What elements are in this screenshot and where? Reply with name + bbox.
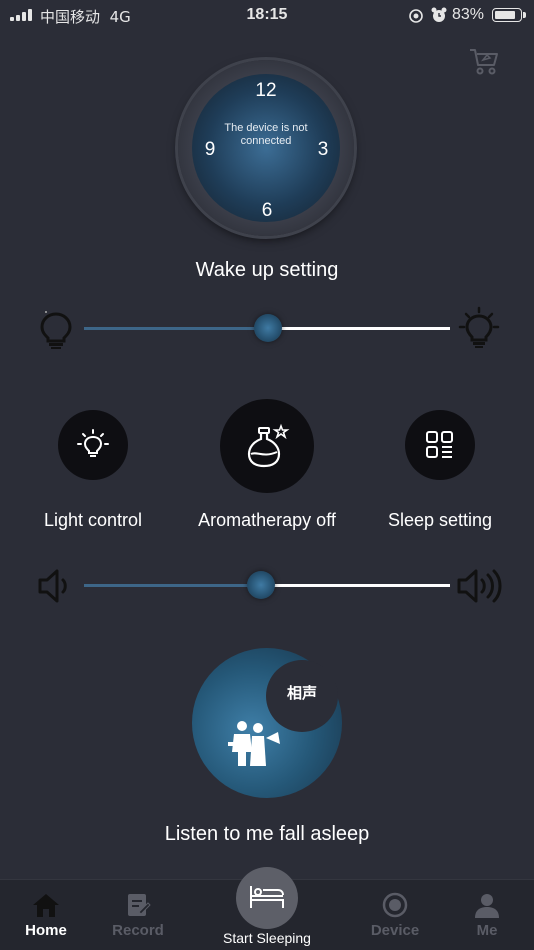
brightness-slider-filled bbox=[84, 327, 268, 330]
volume-slider-thumb[interactable] bbox=[247, 571, 275, 599]
lightbulb-icon bbox=[77, 429, 109, 457]
aromatherapy-button[interactable] bbox=[220, 399, 314, 493]
light-on-icon bbox=[458, 306, 500, 348]
lock-rotation-icon bbox=[409, 9, 423, 23]
light-control-button[interactable] bbox=[58, 410, 128, 480]
brightness-slider-track[interactable] bbox=[268, 327, 450, 330]
volume-high-icon bbox=[457, 569, 502, 603]
aroma-bottle-icon bbox=[247, 423, 290, 468]
tab-device[interactable]: Device bbox=[365, 892, 425, 939]
brightness-slider-thumb[interactable] bbox=[254, 314, 282, 342]
story-category-text: 相声 bbox=[286, 684, 317, 702]
sleep-story-label: Listen to me fall asleep bbox=[164, 823, 370, 845]
wake-up-setting-label[interactable]: Wake up setting bbox=[0, 259, 534, 282]
tab-record-label: Record bbox=[112, 922, 164, 939]
aromatherapy-label: Aromatherapy off bbox=[198, 510, 336, 530]
crosstalk-performers-icon bbox=[228, 721, 280, 766]
volume-slider-track[interactable] bbox=[260, 584, 450, 587]
bed-icon bbox=[250, 886, 284, 908]
cart-icon[interactable] bbox=[468, 46, 500, 76]
volume-slider-filled bbox=[84, 584, 260, 587]
sleep-setting-button[interactable] bbox=[405, 410, 475, 480]
sleep-setting-label: Sleep setting bbox=[387, 510, 493, 530]
tab-me[interactable]: Me bbox=[462, 892, 512, 939]
device-icon bbox=[382, 892, 408, 918]
clock-number-12: 12 bbox=[255, 80, 277, 101]
record-icon bbox=[128, 894, 151, 916]
tab-home[interactable]: Home bbox=[20, 892, 72, 939]
alarm-icon bbox=[431, 7, 447, 22]
volume-low-icon bbox=[38, 569, 67, 603]
tab-me-label: Me bbox=[476, 922, 498, 939]
grid-icon bbox=[426, 431, 453, 458]
battery-percent: 83% bbox=[452, 6, 485, 23]
light-control-label: Light control bbox=[43, 510, 143, 530]
tab-home-label: Home bbox=[25, 922, 67, 939]
device-status-message: The device is not connected bbox=[224, 122, 308, 147]
clock-number-6: 6 bbox=[261, 200, 273, 221]
status-bar: 中国移动 4G 18:15 83% bbox=[0, 0, 534, 30]
tab-device-label: Device bbox=[370, 922, 420, 939]
home-icon bbox=[33, 894, 59, 917]
profile-icon bbox=[475, 894, 499, 918]
tab-start-sleeping[interactable]: Start Sleeping bbox=[210, 930, 324, 946]
tab-start-sleeping-label: Start Sleeping bbox=[223, 930, 311, 946]
tab-record[interactable]: Record bbox=[106, 892, 170, 939]
battery-icon bbox=[492, 8, 526, 22]
light-off-icon bbox=[40, 311, 72, 349]
